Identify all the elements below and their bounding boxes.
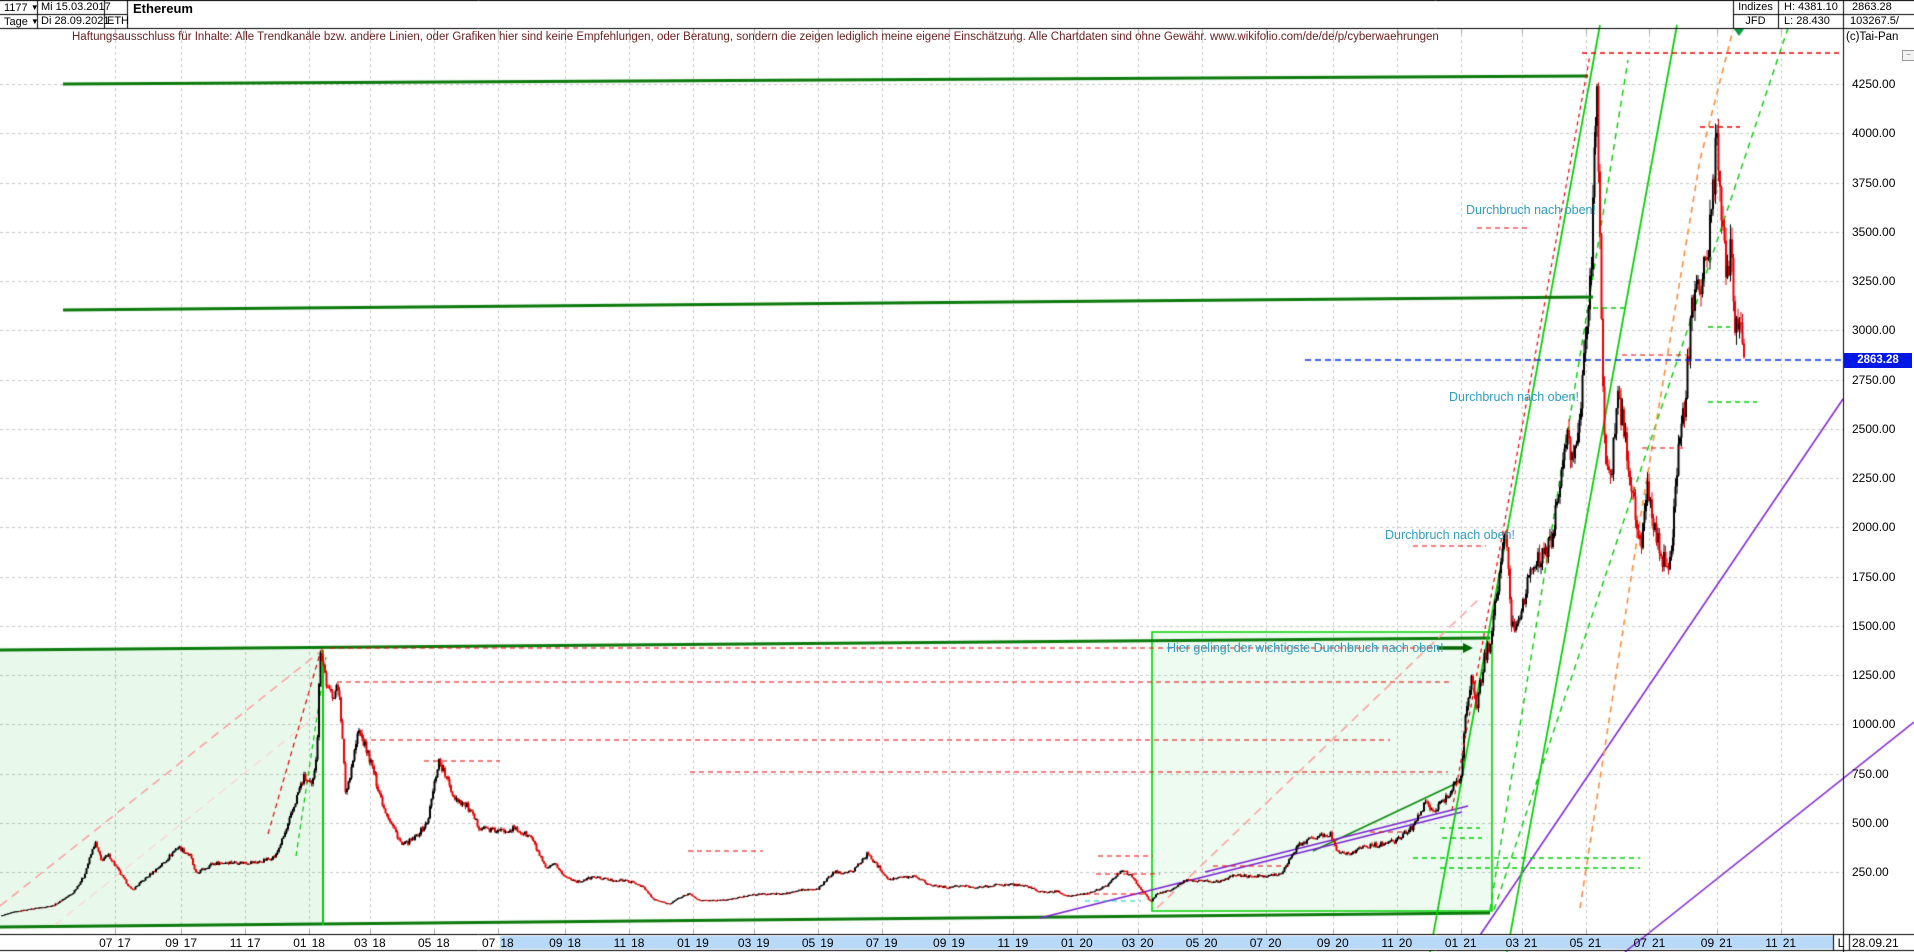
date-from-field[interactable]: Mi 15.03.2017 bbox=[41, 1, 111, 14]
collapse-icon[interactable]: − bbox=[1902, 50, 1914, 61]
price-axis-label: 500.00 bbox=[1852, 815, 1889, 830]
time-axis-label: 03 20 bbox=[1121, 936, 1154, 950]
price-axis-label: 1250.00 bbox=[1852, 668, 1896, 682]
time-axis-label: 01 20 bbox=[1061, 936, 1093, 950]
time-axis-label: 05 19 bbox=[801, 936, 834, 950]
chart-title: Ethereum bbox=[133, 1, 193, 16]
price-axis-label: 3250.00 bbox=[1852, 274, 1896, 288]
chart-annotation: Hier gelingt der wichtigste Durchbruch n… bbox=[1167, 641, 1444, 655]
high-value: H: 4381.10 bbox=[1784, 1, 1838, 13]
price-axis-label: 3750.00 bbox=[1852, 175, 1896, 190]
price-axis-label: 1750.00 bbox=[1852, 569, 1896, 584]
chart-annotation: Durchbruch nach oben! bbox=[1466, 203, 1596, 217]
last-date-value: 28.09.21 bbox=[1852, 936, 1899, 950]
chart-annotation: Durchbruch nach oben! bbox=[1449, 390, 1579, 404]
time-axis-label: 07 18 bbox=[481, 936, 514, 950]
time-axis-label: 07 20 bbox=[1249, 936, 1282, 950]
time-axis-label: 03 18 bbox=[354, 936, 386, 950]
provider-label: JFD bbox=[1745, 15, 1766, 27]
price-axis-label: 3500.00 bbox=[1852, 224, 1896, 239]
time-axis-label: 11 21 bbox=[1765, 936, 1797, 950]
time-axis-label: 07 17 bbox=[99, 936, 131, 950]
price-chart-canvas[interactable] bbox=[0, 0, 1914, 952]
chevron-down-icon: ▼ bbox=[30, 3, 39, 12]
price-axis-label: 2750.00 bbox=[1852, 372, 1896, 387]
time-axis-label: 11 19 bbox=[997, 936, 1029, 950]
last-date-l-label: L bbox=[1837, 936, 1845, 950]
timeframe-dropdown[interactable]: Tage ▼ bbox=[4, 15, 39, 29]
symbol-code: ETH bbox=[107, 15, 129, 27]
time-axis-label: 09 17 bbox=[165, 936, 197, 950]
bars-count-dropdown[interactable]: 1177 ▼ bbox=[4, 1, 39, 15]
price-axis-label: 750.00 bbox=[1852, 766, 1889, 781]
price-axis-label: 4000.00 bbox=[1852, 126, 1896, 141]
price-axis-label: 250.00 bbox=[1852, 865, 1889, 879]
time-axis-label: 11 18 bbox=[613, 936, 645, 950]
taipan-chart-window: { "header": { "bars_value": "1177", "tim… bbox=[0, 0, 1914, 952]
indizes-label: Indizes bbox=[1738, 1, 1773, 13]
copyright-label: (c)Tai-Pan bbox=[1846, 31, 1899, 43]
time-axis-label: 05 20 bbox=[1185, 936, 1218, 950]
time-axis-label: 01 21 bbox=[1444, 936, 1477, 950]
time-axis-label: 05 21 bbox=[1569, 936, 1602, 950]
price-axis-label: 3000.00 bbox=[1852, 323, 1896, 338]
date-to-field[interactable]: Di 28.09.2021 bbox=[41, 15, 110, 28]
price-axis-label: 1000.00 bbox=[1852, 717, 1896, 732]
price-axis-label: 1500.00 bbox=[1852, 618, 1896, 633]
time-axis-label: 09 19 bbox=[933, 936, 965, 950]
chevron-down-icon: ▼ bbox=[30, 17, 39, 26]
time-axis-label: 01 19 bbox=[677, 936, 709, 950]
time-axis-label: 09 20 bbox=[1316, 936, 1349, 950]
time-axis-label: 05 18 bbox=[418, 936, 450, 950]
time-axis-label: 09 21 bbox=[1700, 936, 1733, 950]
time-axis-label: 07 19 bbox=[865, 936, 898, 950]
price-axis-label: 4250.00 bbox=[1852, 77, 1896, 91]
time-axis-label: 03 19 bbox=[737, 936, 770, 950]
time-axis-label: 01 18 bbox=[293, 936, 325, 950]
current-price-badge: 2863.28 bbox=[1844, 353, 1912, 368]
time-axis-label: 07 21 bbox=[1633, 936, 1666, 950]
price-axis-label: 2500.00 bbox=[1852, 421, 1896, 436]
disclaimer-text: Haftungsausschluss für Inhalte: Alle Tre… bbox=[72, 31, 1439, 43]
secondary-value: 103267.5/ bbox=[1850, 15, 1899, 27]
low-value: L: 28.430 bbox=[1784, 15, 1830, 27]
price-axis-label: 2250.00 bbox=[1852, 471, 1896, 485]
chart-annotation: Durchbruch nach oben! bbox=[1385, 528, 1515, 542]
time-axis-label: 03 21 bbox=[1505, 936, 1538, 950]
price-axis-label: 2000.00 bbox=[1852, 520, 1896, 535]
last-price-header: 2863.28 bbox=[1852, 1, 1892, 13]
time-axis-label: 11 20 bbox=[1381, 936, 1413, 950]
time-axis-label: 09 18 bbox=[549, 936, 581, 950]
time-axis-label: 11 17 bbox=[229, 936, 261, 950]
